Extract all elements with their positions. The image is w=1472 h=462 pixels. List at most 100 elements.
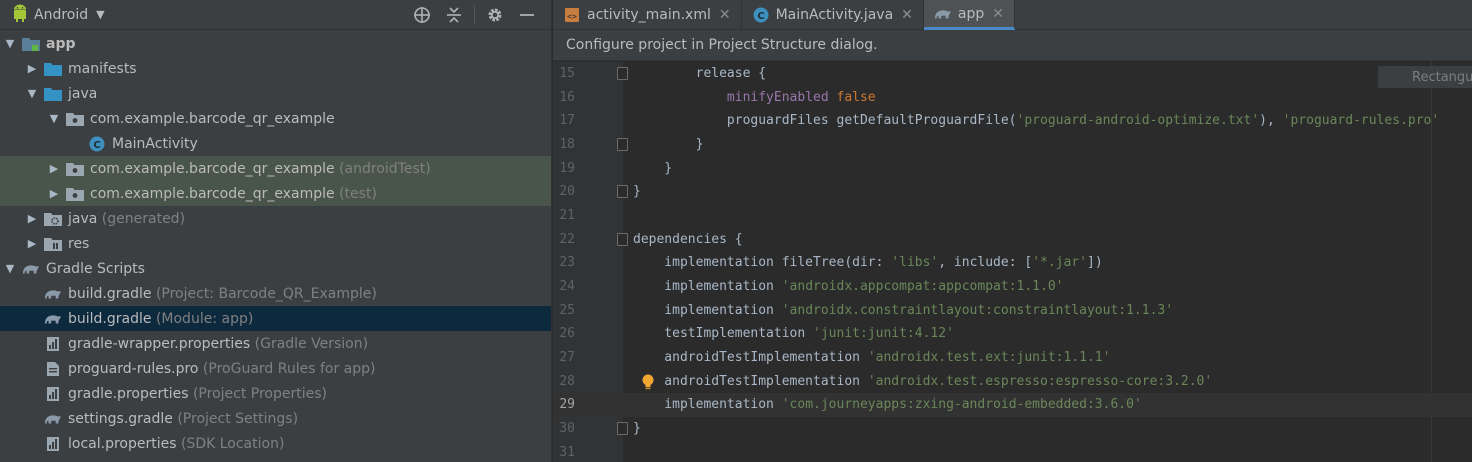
code-token: false [836,89,876,105]
tree-item[interactable]: proguard-rules.pro (ProGuard Rules for a… [0,356,551,381]
expand-arrow-down-icon[interactable]: ▼ [26,87,38,100]
close-icon[interactable]: ✕ [901,7,913,23]
line-number: 31 [559,444,575,460]
code-editor[interactable]: 15 release {16 minifyEnabled false 17 pro… [553,62,1472,462]
editor-tab[interactable]: C MainActivity.java ✕ [742,0,924,30]
tree-item[interactable]: settings.gradle (Project Settings) [0,406,551,431]
code-line: 31 [553,441,1472,462]
minimize-icon[interactable] [511,0,543,30]
tree-item[interactable]: ▼ app [0,31,551,56]
tree-item[interactable]: ▶ com.example.barcode_qr_example (test) [0,181,551,206]
tree-item[interactable]: ▶ res [0,231,551,256]
code-token: implementation [633,397,782,413]
package-icon [66,186,84,202]
editor-tab-bar: <> activity_main.xml ✕ C MainActivity.java ✕ a… [553,0,1472,30]
text-file-icon [44,361,62,377]
fold-marker-icon[interactable] [617,422,628,436]
editor-tab[interactable]: <> activity_main.xml ✕ [553,0,742,30]
tree-item[interactable]: build.gradle (Project: Barcode_QR_Exampl… [0,281,551,306]
expand-arrow-right-icon[interactable]: ▶ [26,212,38,225]
close-icon[interactable]: ✕ [992,6,1004,22]
line-number: 21 [559,208,575,224]
expand-arrow-down-icon[interactable]: ▼ [4,262,16,275]
tree-item[interactable]: C MainActivity [0,131,551,156]
tree-item[interactable]: ▼ com.example.barcode_qr_example [0,106,551,131]
expand-arrow-right-icon[interactable]: ▶ [48,187,60,200]
properties-icon [44,436,62,452]
class-icon: C [88,136,106,152]
code-line: 16 minifyEnabled false [553,86,1472,110]
tree-item[interactable]: ▼ Gradle Scripts [0,256,551,281]
generated-folder-icon [44,211,62,227]
code-token: proguardFiles getDefaultProguardFile( [633,113,1017,129]
code-token: testImplementation [633,326,814,342]
code-token: include [953,255,1009,271]
line-number: 24 [559,279,575,295]
code-text: } [633,161,672,176]
collapse-all-icon[interactable] [438,0,470,30]
code-text: androidTestImplementation 'androidx.test… [633,374,1212,389]
gear-icon[interactable] [479,0,511,30]
project-view-selector[interactable]: Android [34,7,88,23]
gradle-icon [44,311,62,327]
fold-marker-icon[interactable] [617,185,628,199]
tree-item-label: build.gradle [68,310,152,327]
tree-item[interactable]: ▶ manifests [0,56,551,81]
tree-item[interactable]: ▶ java (generated) [0,206,551,231]
fold-marker-icon[interactable] [617,232,628,246]
code-token: 'androidx.test.ext:junit:1.1.1' [867,350,1111,366]
editor-tab[interactable]: app ✕ [923,0,1015,30]
tree-item-label: java [68,85,98,102]
class-icon: C [752,7,770,23]
tab-label: activity_main.xml [587,7,711,23]
tree-item[interactable]: ▼ java [0,81,551,106]
code-token: : [875,255,892,271]
folder-icon [44,61,62,77]
tree-item-label: build.gradle [68,285,152,302]
line-number: 29 [559,397,575,413]
tree-item[interactable]: local.properties (SDK Location) [0,431,551,456]
code-token: } [633,160,673,176]
expand-arrow-right-icon[interactable]: ▶ [26,62,38,75]
tree-item-description: (SDK Location) [176,435,285,452]
code-line: 20} [553,180,1472,204]
line-number: 16 [559,89,575,105]
resources-folder-icon [44,236,62,252]
code-text: minifyEnabled false [633,90,876,105]
locate-icon[interactable] [406,0,438,30]
code-line: 19 } [553,157,1472,181]
expand-arrow-down-icon[interactable]: ▼ [4,37,16,50]
tree-item-label: manifests [68,60,137,77]
notification-text: Configure project in Project Structure d… [566,37,878,53]
line-number: 27 [559,350,575,366]
line-number: 19 [559,160,575,176]
code-token: minifyEnabled [726,89,829,105]
line-number: 15 [559,66,575,81]
fold-marker-icon[interactable] [617,67,628,80]
tree-item[interactable]: build.gradle (Module: app) [0,306,551,331]
svg-text:C: C [93,140,100,151]
expand-arrow-down-icon[interactable]: ▼ [48,112,60,125]
code-token: implementation fileTree( [633,255,853,271]
tree-item-label: local.properties [68,435,177,452]
tree-item[interactable]: gradle-wrapper.properties (Gradle Versio… [0,331,551,356]
code-token: : [ [1008,255,1033,271]
tree-item[interactable]: gradle.properties (Project Properties) [0,381,551,406]
code-text: implementation 'com.journeyapps:zxing-an… [633,397,1141,413]
svg-text:<>: <> [567,12,577,21]
module-folder-icon [22,36,40,52]
code-line: 21 [553,204,1472,228]
fold-marker-icon[interactable] [617,138,628,151]
code-line: 27 androidTestImplementation 'androidx.t… [553,346,1472,370]
expand-arrow-right-icon[interactable]: ▶ [26,237,38,250]
tree-item-label: MainActivity [112,135,198,152]
code-line: 22 dependencies { [553,228,1472,252]
code-token: androidTestImplementation [633,350,868,366]
tree-item-label: settings.gradle [68,410,173,427]
tree-item[interactable]: ▶ com.example.barcode_qr_example (android… [0,156,551,181]
chevron-down-icon[interactable]: ▼ [96,8,104,21]
close-icon[interactable]: ✕ [719,7,731,23]
expand-arrow-right-icon[interactable]: ▶ [48,162,60,175]
